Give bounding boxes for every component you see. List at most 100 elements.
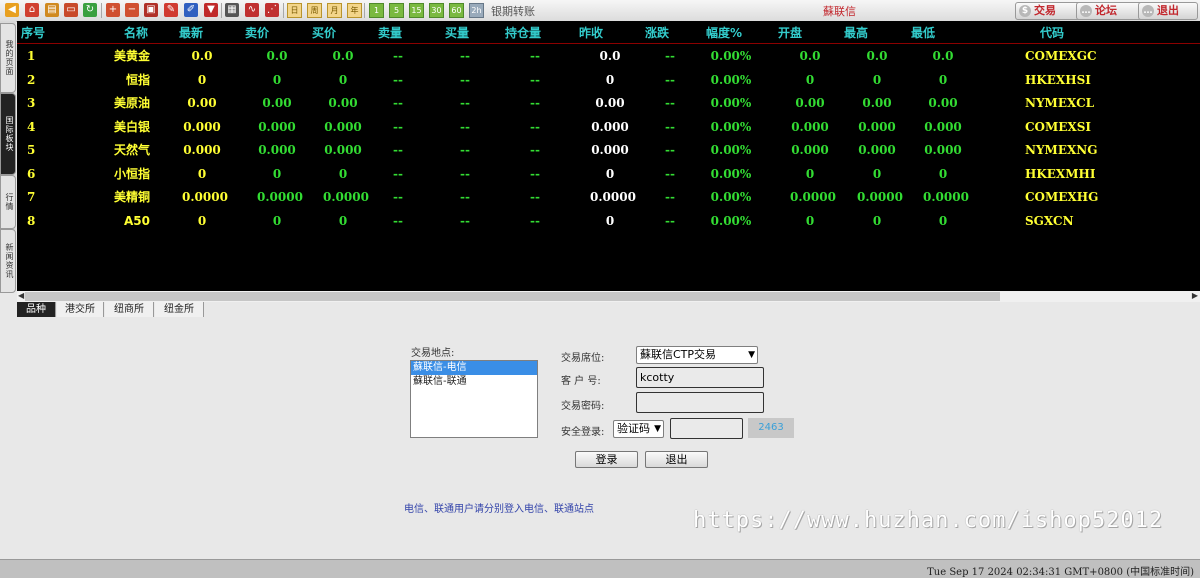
- cancel-button[interactable]: 退出: [645, 451, 708, 468]
- table-cell: --: [530, 166, 540, 181]
- table-cell: --: [530, 72, 540, 87]
- card-icon[interactable]: ▭: [64, 3, 78, 17]
- back-icon[interactable]: ◀: [5, 3, 19, 17]
- 2h-button[interactable]: 2h: [469, 3, 484, 18]
- table-cell: 0.00%: [710, 72, 752, 87]
- horizontal-scrollbar[interactable]: ◀ ▶: [17, 291, 1200, 302]
- location-option-unicom[interactable]: 蘇联信-联通: [411, 375, 537, 389]
- table-cell: 4: [27, 119, 36, 134]
- login-button[interactable]: 登录: [575, 451, 638, 468]
- scroll-right-icon[interactable]: ▶: [1192, 291, 1198, 300]
- 30min-button[interactable]: 30: [429, 3, 444, 18]
- zoom-out-icon[interactable]: −: [125, 3, 139, 17]
- table-cell: 0: [805, 72, 815, 87]
- table-icon[interactable]: ▦: [225, 3, 239, 17]
- 15min-button[interactable]: 15: [409, 3, 424, 18]
- column-header[interactable]: 最低: [911, 24, 935, 41]
- table-cell: 0: [272, 213, 282, 228]
- column-header[interactable]: 卖价: [245, 24, 269, 41]
- column-header[interactable]: 最高: [844, 24, 868, 41]
- table-cell: 0.0000: [790, 190, 836, 204]
- captcha-image[interactable]: 2463: [748, 418, 794, 438]
- tab-hkex[interactable]: 港交所: [57, 302, 104, 317]
- table-cell: 0: [605, 166, 615, 181]
- table-cell: --: [460, 190, 470, 204]
- window-icon[interactable]: ▣: [144, 3, 158, 17]
- captcha-input[interactable]: [670, 418, 743, 439]
- table-cell: 0.000: [258, 119, 296, 134]
- refresh-icon[interactable]: ↻: [83, 3, 97, 17]
- toolbar-divider: [364, 3, 365, 18]
- column-header[interactable]: 涨跌: [645, 24, 669, 41]
- draw-icon[interactable]: ✐: [184, 3, 198, 17]
- tab-nymex[interactable]: 纽商所: [105, 302, 154, 317]
- table-row[interactable]: 1 美黄金 0.0 0.0 0.0 -- -- -- 0.0 -- 0.00% 0.0 0.0 0.0 CO…: [17, 45, 1200, 68]
- column-header[interactable]: 名称: [124, 24, 148, 41]
- side-tab-bar: 我的页面 国际板块 行情 新闻资讯: [0, 21, 16, 293]
- table-cell: --: [530, 49, 540, 63]
- month-period-button[interactable]: 月: [327, 3, 342, 18]
- table-cell: 0: [872, 213, 882, 228]
- scrollbar-thumb[interactable]: [25, 292, 1000, 301]
- table-row[interactable]: 3 美原油 0.00 0.00 0.00 -- -- -- 0.00 -- 0.00% 0.00 0.0…: [17, 92, 1200, 115]
- table-cell: 0.000: [791, 143, 829, 157]
- 60min-button[interactable]: 60: [449, 3, 464, 18]
- home-icon[interactable]: ⌂: [25, 3, 39, 17]
- table-cell: 7: [27, 190, 36, 204]
- table-cell: 0.0000: [923, 190, 969, 204]
- side-tab-news[interactable]: 新闻资讯: [0, 229, 16, 293]
- trade-seat-value: 蘇联信CTP交易: [640, 348, 717, 361]
- password-input[interactable]: [636, 392, 764, 413]
- year-period-button[interactable]: 年: [347, 3, 362, 18]
- table-row[interactable]: 4 美白银 0.000 0.000 0.000 -- -- -- 0.000 -- 0.00% 0.0…: [17, 116, 1200, 139]
- 1min-button[interactable]: 1: [369, 3, 384, 18]
- table-cell: 0.00%: [710, 119, 752, 134]
- exit-button[interactable]: … 退出: [1138, 2, 1198, 20]
- security-login-label: 安全登录:: [561, 427, 605, 438]
- 5min-button[interactable]: 5: [389, 3, 404, 18]
- line-chart-icon[interactable]: ∿: [245, 3, 259, 17]
- filter-icon[interactable]: ▼: [204, 3, 218, 17]
- table-cell: --: [665, 49, 675, 63]
- table-cell: 0: [605, 72, 615, 87]
- trade-location-list[interactable]: 蘇联信-电信 蘇联信-联通: [410, 360, 538, 438]
- column-header[interactable]: 买价: [312, 24, 336, 41]
- status-bar: Tue Sep 17 2024 02:34:31 GMT+0800 (中国标准时…: [0, 559, 1200, 578]
- day-period-button[interactable]: 日: [287, 3, 302, 18]
- column-header[interactable]: 开盘: [778, 24, 802, 41]
- bank-futures-transfer-link[interactable]: 银期转账: [491, 3, 535, 19]
- column-header[interactable]: 幅度%: [706, 24, 742, 41]
- tab-comex[interactable]: 纽金所: [155, 302, 204, 317]
- login-note: 电信、联通用户请分别登入电信、联通站点: [404, 504, 594, 515]
- account-input[interactable]: kcotty: [636, 367, 764, 388]
- status-timestamp: Tue Sep 17 2024 02:34:31 GMT+0800 (中国标准时…: [927, 567, 1194, 578]
- table-cell: 0.0: [599, 49, 621, 63]
- column-header[interactable]: 代码: [1040, 24, 1064, 41]
- table-cell: --: [460, 96, 470, 110]
- week-period-button[interactable]: 周: [307, 3, 322, 18]
- column-header[interactable]: 卖量: [378, 24, 402, 41]
- table-row[interactable]: 8 A50 0 0 0 -- -- -- 0 -- 0.00% 0 0 0 SGXCN: [17, 210, 1200, 233]
- column-header[interactable]: 买量: [445, 24, 469, 41]
- column-header[interactable]: 最新: [179, 24, 203, 41]
- table-row[interactable]: 2 恒指 0 0 0 -- -- -- 0 -- 0.00% 0 0 0 HKEXHSI: [17, 69, 1200, 92]
- trend-chart-icon[interactable]: ⋰: [265, 3, 279, 17]
- tab-products[interactable]: 品种: [17, 302, 56, 317]
- pen-icon[interactable]: ✎: [164, 3, 178, 17]
- location-option-telecom[interactable]: 蘇联信-电信: [411, 361, 537, 375]
- side-tab-quotes[interactable]: 行情: [0, 175, 16, 229]
- table-row[interactable]: 7 美精铜 0.0000 0.0000 0.0000 -- -- -- 0.0000 -- 0.00…: [17, 186, 1200, 209]
- table-cell: 小恒指: [113, 166, 150, 181]
- column-header[interactable]: 昨收: [579, 24, 603, 41]
- column-header[interactable]: 持仓量: [505, 24, 541, 41]
- column-header[interactable]: 序号: [21, 24, 45, 41]
- scroll-left-icon[interactable]: ◀: [18, 291, 24, 300]
- zoom-in-icon[interactable]: +: [106, 3, 120, 17]
- table-row[interactable]: 6 小恒指 0 0 0 -- -- -- 0 -- 0.00% 0 0 0 HKEXMHI: [17, 163, 1200, 186]
- table-row[interactable]: 5 天然气 0.000 0.000 0.000 -- -- -- 0.000 -- 0.00% 0.0…: [17, 139, 1200, 162]
- trade-seat-select[interactable]: 蘇联信CTP交易 ▼: [636, 346, 758, 364]
- side-tab-my-page[interactable]: 我的页面: [0, 23, 16, 93]
- security-method-select[interactable]: 验证码 ▼: [613, 420, 664, 438]
- notebook-icon[interactable]: ▤: [45, 3, 59, 17]
- side-tab-international[interactable]: 国际板块: [0, 93, 16, 175]
